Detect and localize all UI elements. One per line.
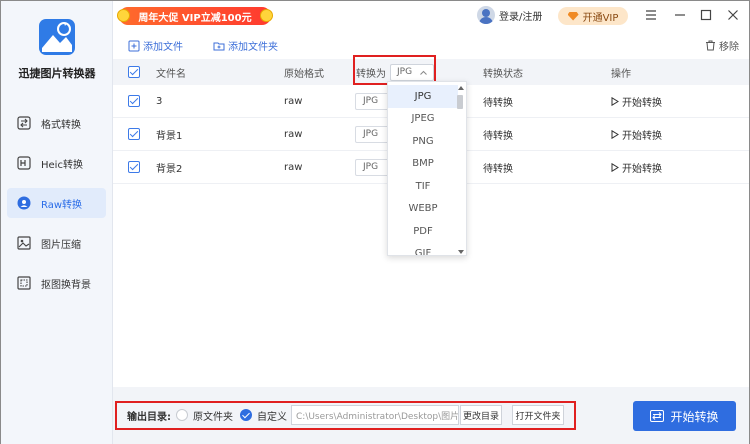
option-custom-label: 自定义 [257, 411, 287, 423]
sidebar-item-heic[interactable]: Heic转换 [7, 148, 106, 178]
trash-icon [706, 40, 715, 51]
close-icon[interactable] [726, 8, 740, 22]
dropdown-option-png[interactable]: PNG [388, 130, 458, 153]
select-all-checkbox[interactable] [128, 66, 140, 78]
convert-icon [650, 410, 665, 422]
scroll-down-icon[interactable] [457, 249, 465, 255]
row-target-select[interactable]: JPG [355, 125, 391, 143]
row-start-button[interactable]: 开始转换 [611, 160, 662, 175]
row-start-label: 开始转换 [622, 130, 662, 142]
row-target-select[interactable]: JPG [355, 158, 391, 176]
sidebar-item-raw[interactable]: Raw转换 [7, 188, 106, 218]
scroll-thumb[interactable] [457, 95, 463, 109]
open-folder-button[interactable]: 打开文件夹 [512, 405, 564, 425]
dropdown-option-pdf[interactable]: PDF [388, 220, 458, 243]
coin-icon [260, 9, 273, 22]
row-target-select[interactable]: JPG [355, 92, 391, 110]
row-format: raw [284, 161, 303, 173]
row-checkbox[interactable] [128, 128, 140, 140]
dropdown-option-jpeg[interactable]: JPEG [388, 108, 458, 131]
sidebar-item-label: 图片压缩 [41, 239, 81, 251]
top-bar: 周年大促 VIP立减100元 登录/注册 开通VIP [113, 1, 749, 31]
add-folder-icon [213, 42, 225, 50]
row-checkbox[interactable] [128, 95, 140, 107]
row-status: 待转换 [483, 130, 513, 142]
row-filename: 背景2 [156, 163, 183, 175]
radio-original-folder[interactable] [176, 409, 188, 421]
sidebar-item-label: Raw转换 [41, 199, 83, 211]
row-filename: 背景1 [156, 130, 183, 142]
scroll-up-icon[interactable] [457, 85, 465, 91]
dropdown-option-gif[interactable]: GIF [388, 243, 458, 255]
promo-text: 周年大促 VIP立减100元 [138, 12, 252, 24]
sidebar-item-cutout[interactable]: 抠图换背景 [7, 268, 106, 298]
sidebar-item-format-convert[interactable]: 格式转换 [7, 108, 106, 138]
menu-icon[interactable] [644, 8, 658, 22]
header-filename: 文件名 [156, 68, 186, 80]
maximize-icon[interactable] [699, 8, 713, 22]
row-format: raw [284, 95, 303, 107]
avatar [477, 6, 495, 24]
open-vip-button[interactable]: 开通VIP [558, 7, 628, 25]
image-compress-icon [17, 236, 31, 250]
sidebar-item-label: Heic转换 [41, 159, 83, 171]
play-icon [611, 129, 619, 139]
promo-banner[interactable]: 周年大促 VIP立减100元 [117, 7, 273, 25]
minimize-icon[interactable] [673, 8, 687, 22]
header-status: 转换状态 [483, 68, 523, 80]
app-name: 迅捷图片转换器 [18, 67, 96, 80]
add-file-label: 添加文件 [143, 42, 183, 53]
dropdown-scrollbar[interactable] [457, 85, 465, 255]
remove-label: 移除 [719, 42, 739, 53]
header-action: 操作 [611, 68, 631, 80]
dropdown-option-webp[interactable]: WEBP [388, 198, 458, 221]
row-status: 待转换 [483, 163, 513, 175]
output-label: 输出目录: [127, 411, 171, 423]
format-convert-icon [17, 116, 31, 130]
play-icon [611, 162, 619, 172]
add-file-icon [128, 40, 140, 51]
sidebar-item-label: 格式转换 [41, 119, 81, 131]
option-original-label: 原文件夹 [193, 411, 233, 423]
sidebar-item-image-compress[interactable]: 图片压缩 [7, 228, 106, 258]
row-start-label: 开始转换 [622, 163, 662, 175]
vip-label: 开通VIP [582, 12, 619, 24]
row-format: raw [284, 128, 303, 140]
diamond-icon [567, 11, 579, 21]
header-format: 原始格式 [284, 68, 324, 80]
dropdown-option-bmp[interactable]: BMP [388, 153, 458, 176]
row-start-button[interactable]: 开始转换 [611, 94, 662, 109]
heic-icon [17, 156, 31, 170]
coin-icon [117, 9, 130, 22]
play-icon [611, 96, 619, 106]
radio-custom[interactable] [240, 409, 252, 421]
output-directory-bar: 输出目录: 原文件夹 自定义 C:\Users\Administrator\De… [127, 404, 564, 426]
add-folder-label: 添加文件夹 [228, 42, 278, 53]
login-text: 登录/注册 [499, 11, 543, 23]
app-logo-icon [39, 19, 75, 55]
add-folder-button[interactable]: 添加文件夹 [213, 38, 278, 53]
output-path-input[interactable]: C:\Users\Administrator\Desktop\图片 [291, 405, 459, 425]
start-convert-label: 开始转换 [670, 409, 719, 424]
row-start-label: 开始转换 [622, 97, 662, 109]
add-file-button[interactable]: 添加文件 [128, 38, 183, 53]
dropdown-option-jpg[interactable]: JPG [388, 85, 458, 108]
cutout-icon [17, 276, 31, 290]
sidebar-item-label: 抠图换背景 [41, 279, 91, 291]
remove-button[interactable]: 移除 [705, 38, 739, 53]
row-filename: 3 [156, 95, 163, 107]
format-dropdown: JPG JPEG PNG BMP TIF WEBP PDF GIF [387, 81, 467, 256]
row-status: 待转换 [483, 97, 513, 109]
row-start-button[interactable]: 开始转换 [611, 127, 662, 142]
sidebar: 迅捷图片转换器 格式转换 Heic转换 Raw转换 图片压缩 抠图换背景 [1, 1, 113, 444]
login-button[interactable]: 登录/注册 [477, 6, 542, 24]
raw-icon [17, 196, 31, 210]
change-dir-button[interactable]: 更改目录 [460, 405, 502, 425]
start-convert-button[interactable]: 开始转换 [633, 401, 736, 431]
row-checkbox[interactable] [128, 161, 140, 173]
dropdown-option-tif[interactable]: TIF [388, 175, 458, 198]
